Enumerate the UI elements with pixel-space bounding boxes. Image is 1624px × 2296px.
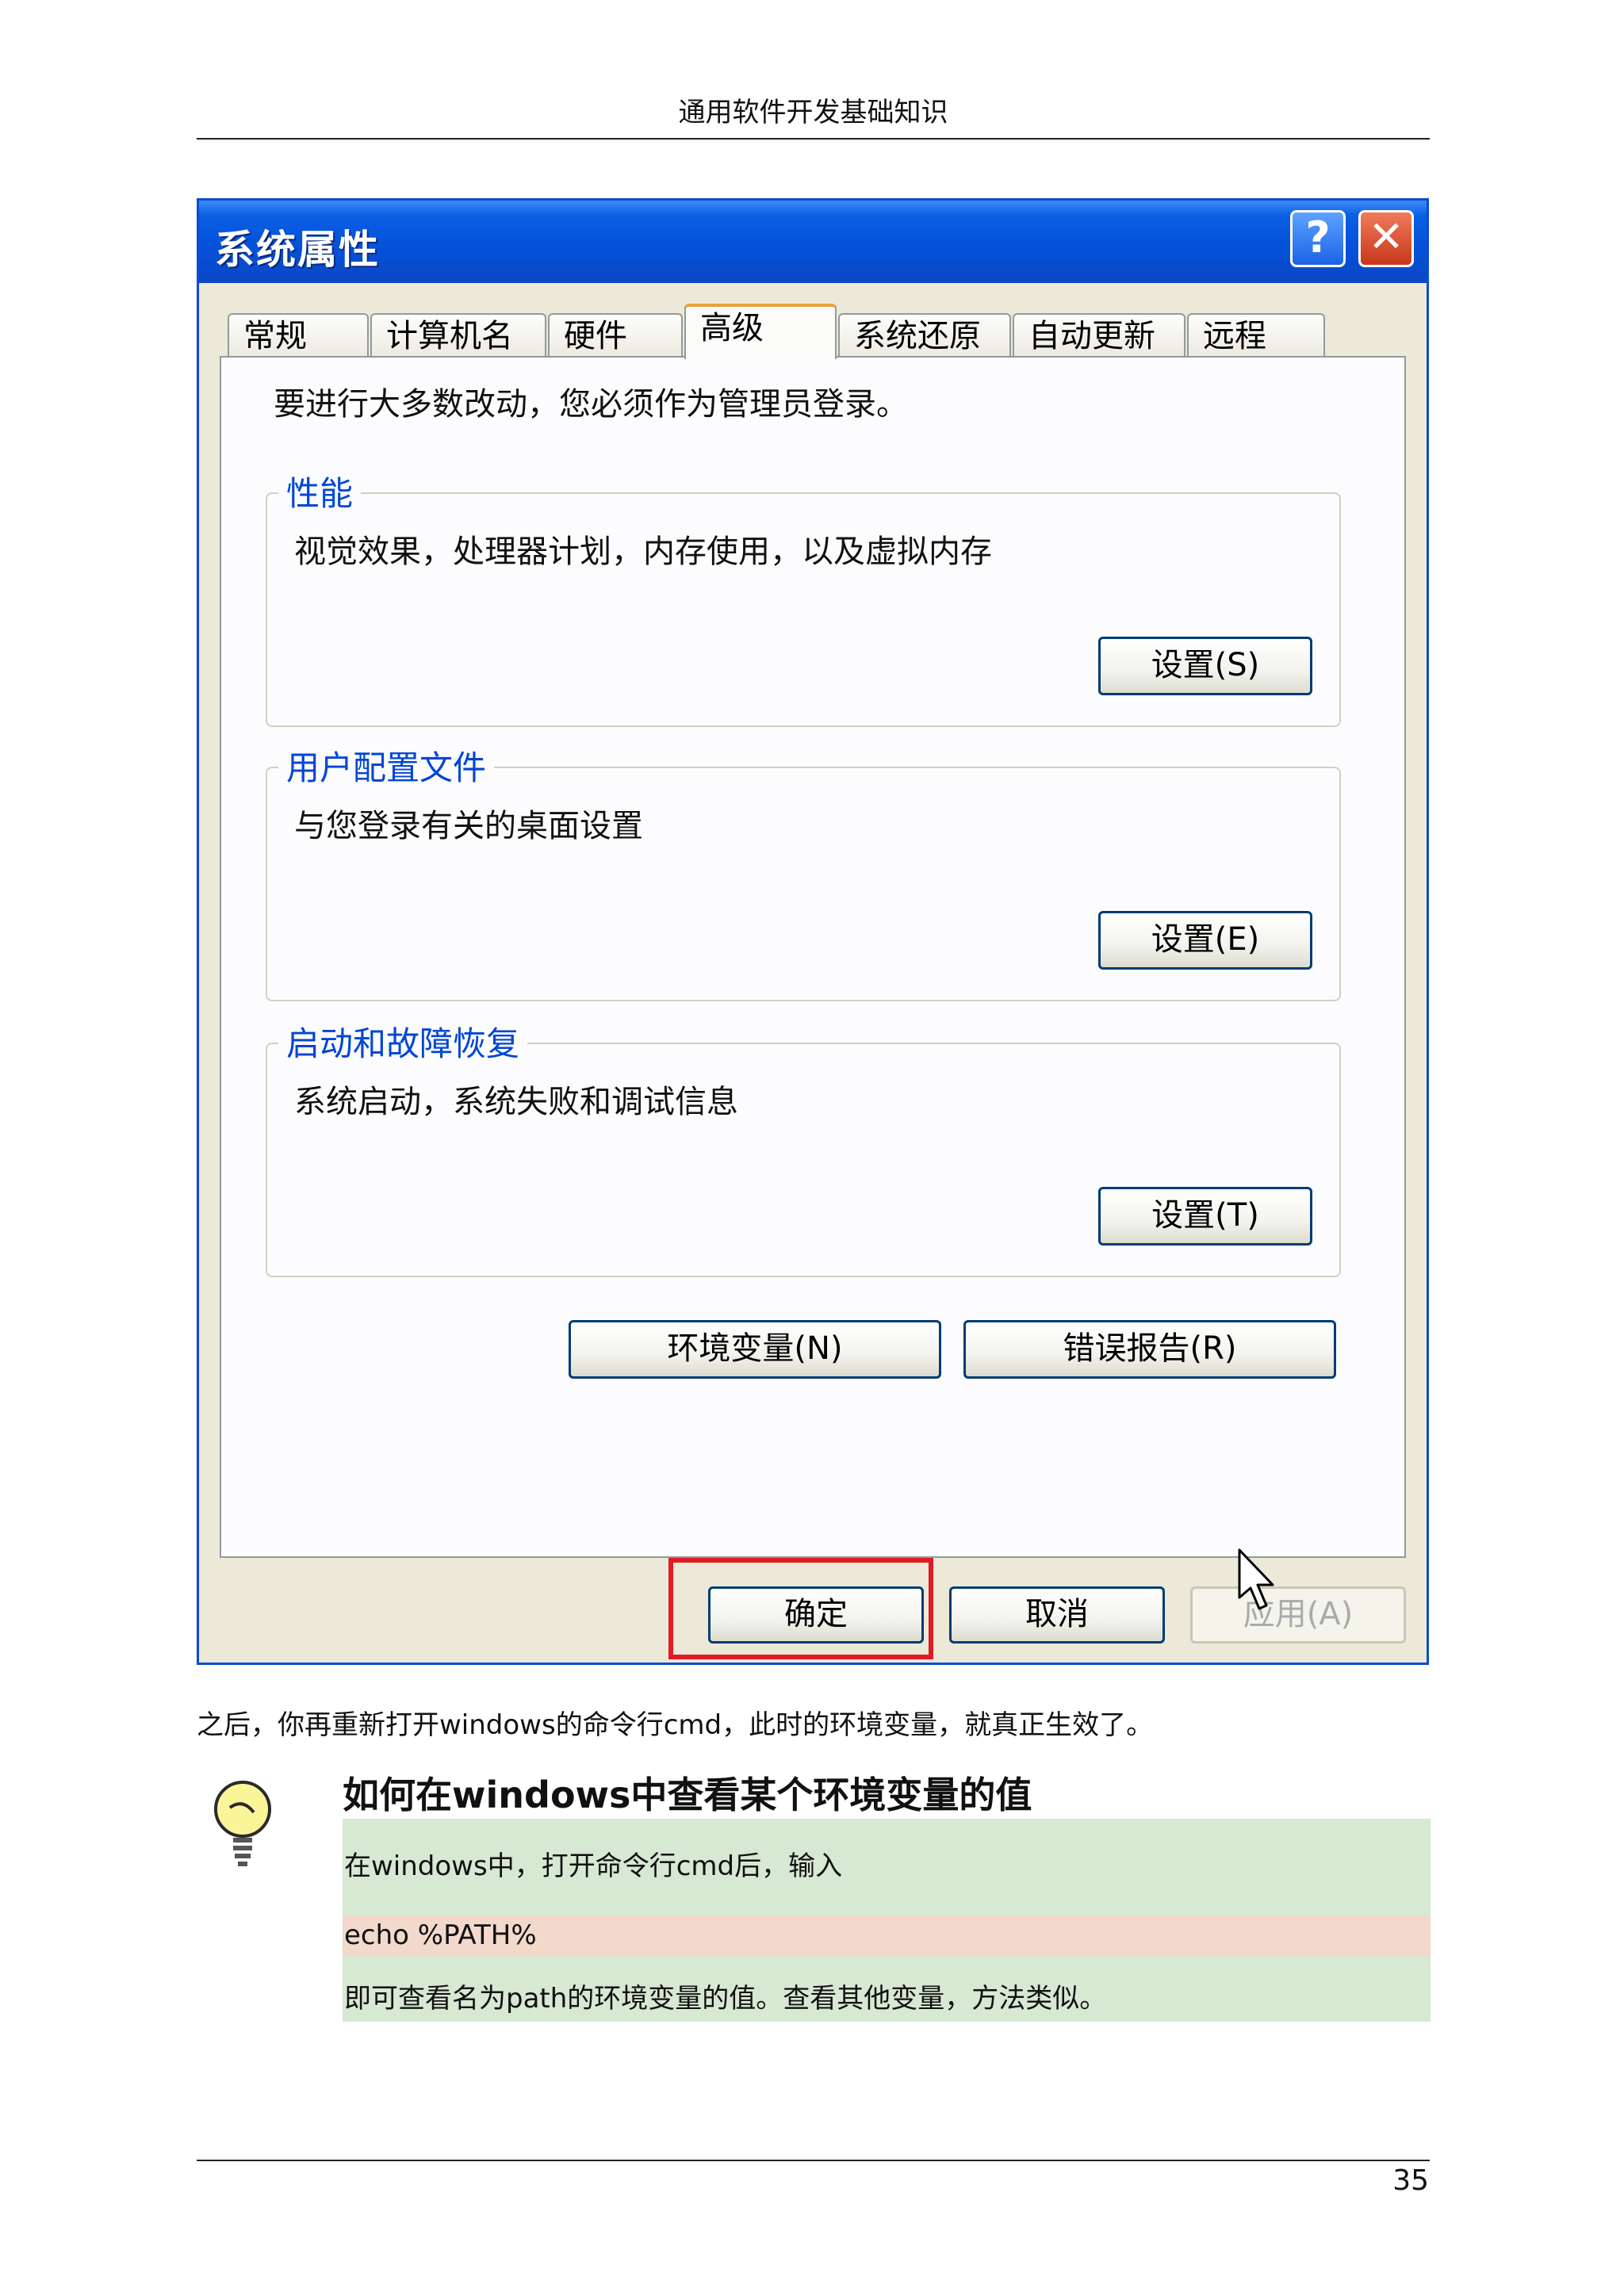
page-header-title: 通用软件开发基础知识: [678, 97, 948, 128]
apply-button[interactable]: 应用(A): [1190, 1586, 1406, 1644]
tab-system-restore[interactable]: 系统还原: [838, 313, 1011, 358]
tab-advanced[interactable]: 高级: [684, 304, 837, 359]
cancel-button[interactable]: 取消: [949, 1586, 1165, 1644]
dialog-title: 系统属性: [215, 227, 380, 273]
tip-line-2: 即可查看名为path的环境变量的值。查看其他变量，方法类似。: [343, 1955, 1431, 2022]
user-profiles-settings-button[interactable]: 设置(E): [1098, 911, 1312, 970]
footer-divider: [197, 2160, 1430, 2161]
tab-strip: 常规 计算机名 硬件 高级 系统还原 自动更新 远程: [223, 304, 1412, 359]
tip-code: echo %PATH%: [343, 1915, 1431, 1955]
system-properties-dialog: 系统属性 ? ✕ 常规 计算机名 硬件 高级 系统还原 自动更新 远程 要进行大…: [197, 198, 1429, 1665]
title-bar[interactable]: 系统属性 ? ✕: [199, 201, 1427, 283]
close-button[interactable]: ✕: [1358, 210, 1414, 267]
performance-description: 视觉效果，处理器计划，内存使用，以及虚拟内存: [294, 534, 992, 570]
page-number: 35: [1392, 2164, 1429, 2197]
environment-variables-button[interactable]: 环境变量(N): [569, 1320, 941, 1379]
startup-recovery-settings-button[interactable]: 设置(T): [1098, 1187, 1312, 1246]
advanced-tab-panel: 要进行大多数改动，您必须作为管理员登录。 性能 视觉效果，处理器计划，内存使用，…: [220, 356, 1406, 1558]
user-profiles-group: 用户配置文件 与您登录有关的桌面设置 设置(E): [266, 741, 1341, 1001]
tab-general[interactable]: 常规: [228, 313, 369, 358]
user-profiles-description: 与您登录有关的桌面设置: [294, 808, 643, 844]
startup-recovery-description: 系统启动，系统失败和调试信息: [294, 1084, 738, 1120]
page-header: 通用软件开发基础知识: [197, 94, 1430, 140]
tip-title: 如何在windows中查看某个环境变量的值: [343, 1774, 1032, 1816]
help-button[interactable]: ?: [1290, 210, 1346, 267]
tab-automatic-updates[interactable]: 自动更新: [1013, 313, 1185, 358]
admin-notice: 要进行大多数改动，您必须作为管理员登录。: [274, 386, 908, 423]
startup-recovery-legend: 启动和故障恢复: [278, 1017, 528, 1066]
performance-legend: 性能: [278, 467, 362, 515]
ok-button[interactable]: 确定: [708, 1586, 924, 1644]
tip-line-1: 在windows中，打开命令行cmd后，输入: [343, 1819, 1431, 1915]
tab-remote[interactable]: 远程: [1187, 313, 1325, 358]
startup-recovery-group: 启动和故障恢复 系统启动，系统失败和调试信息 设置(T): [266, 1017, 1341, 1277]
lightbulb-icon: [214, 1781, 271, 1866]
performance-settings-button[interactable]: 设置(S): [1098, 637, 1312, 695]
body-paragraph: 之后，你再重新打开windows的命令行cmd，此时的环境变量，就真正生效了。: [197, 1709, 1154, 1741]
tab-hardware[interactable]: 硬件: [548, 313, 683, 358]
error-reporting-button[interactable]: 错误报告(R): [963, 1320, 1336, 1379]
mouse-pointer-icon: [1238, 1548, 1274, 1610]
performance-group: 性能 视觉效果，处理器计划，内存使用，以及虚拟内存 设置(S): [266, 467, 1341, 727]
tab-computer-name[interactable]: 计算机名: [370, 313, 546, 358]
user-profiles-legend: 用户配置文件: [278, 741, 495, 790]
